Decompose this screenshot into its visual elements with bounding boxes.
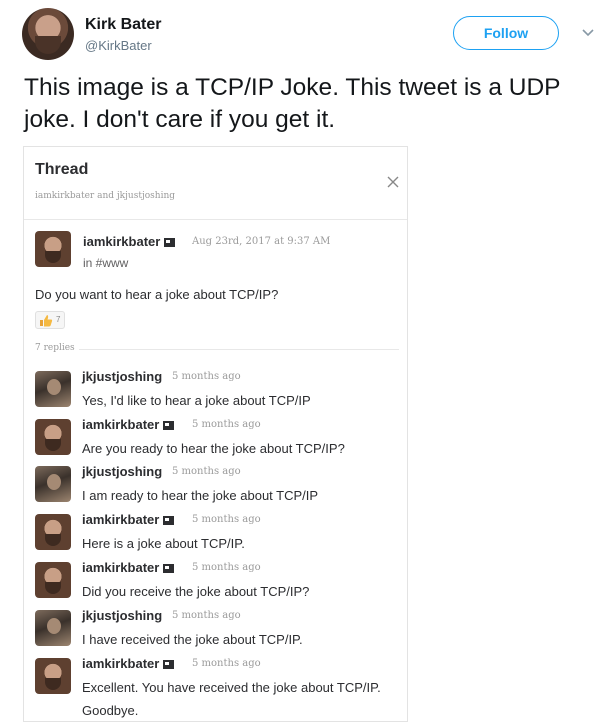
- author-name[interactable]: Kirk Bater: [85, 16, 161, 34]
- reply-time: 5 months ago: [192, 658, 261, 669]
- reply-author: jkjustjoshing: [82, 369, 163, 384]
- reply-time: 5 months ago: [192, 562, 261, 573]
- reply-message: iamkirkbater 5 months ago Excellent. You…: [24, 656, 407, 720]
- reply-text: I am ready to hear the joke about TCP/IP: [82, 488, 319, 503]
- message-channel: in #www: [83, 256, 129, 270]
- reply-author: iamkirkbater: [82, 417, 175, 432]
- reply-author: jkjustjoshing: [82, 464, 163, 479]
- replies-count: 7 replies: [35, 343, 75, 353]
- chevron-down-icon[interactable]: [582, 26, 594, 38]
- reply-author: iamkirkbater: [82, 512, 175, 527]
- avatar: [35, 562, 71, 598]
- divider: [24, 219, 407, 220]
- flag-icon: [163, 421, 175, 431]
- reply-text: I have received the joke about TCP/IP.: [82, 632, 303, 647]
- tweet-header: Kirk Bater @KirkBater Follow: [22, 6, 602, 62]
- divider: [79, 349, 399, 350]
- author-avatar[interactable]: [22, 8, 74, 60]
- avatar: [35, 466, 71, 502]
- thread-participants: iamkirkbater and jkjustjoshing: [35, 191, 176, 201]
- message-text: Do you want to hear a joke about TCP/IP?: [35, 287, 279, 302]
- reply-message: iamkirkbater 5 months ago Are you ready …: [24, 417, 407, 463]
- reply-message: jkjustjoshing 5 months ago I have receiv…: [24, 608, 407, 654]
- avatar: [35, 231, 71, 267]
- reply-message: jkjustjoshing 5 months ago I am ready to…: [24, 464, 407, 510]
- avatar: [35, 514, 71, 550]
- reply-author: iamkirkbater: [82, 560, 175, 575]
- reply-time: 5 months ago: [172, 610, 241, 621]
- reply-message: iamkirkbater 5 months ago Did you receiv…: [24, 560, 407, 606]
- reply-text: Here is a joke about TCP/IP.: [82, 536, 245, 551]
- reply-text: Excellent. You have received the joke ab…: [82, 680, 381, 718]
- reply-text: Yes, I'd like to hear a joke about TCP/I…: [82, 393, 311, 408]
- reply-time: 5 months ago: [192, 514, 261, 525]
- avatar: [35, 610, 71, 646]
- flag-icon: [164, 238, 176, 248]
- reply-time: 5 months ago: [172, 466, 241, 477]
- thread-title: Thread: [35, 161, 89, 178]
- author-handle[interactable]: @KirkBater: [85, 38, 152, 53]
- flag-icon: [163, 564, 175, 574]
- reply-text: Are you ready to hear the joke about TCP…: [82, 441, 345, 456]
- reply-author: iamkirkbater: [82, 656, 175, 671]
- follow-button[interactable]: Follow: [453, 16, 559, 50]
- reaction-count: 7: [56, 315, 61, 324]
- reply-time: 5 months ago: [172, 371, 241, 382]
- tweet-text: This image is a TCP/IP Joke. This tweet …: [24, 74, 561, 133]
- reply-text: Did you receive the joke about TCP/IP?: [82, 584, 310, 599]
- thread-screenshot: Thread iamkirkbater and jkjustjoshing ia…: [23, 146, 408, 722]
- reply-time: 5 months ago: [192, 419, 261, 430]
- reply-message: iamkirkbater 5 months ago Here is a joke…: [24, 512, 407, 558]
- reply-author: jkjustjoshing: [82, 608, 163, 623]
- flag-icon: [163, 660, 175, 670]
- avatar: [35, 419, 71, 455]
- avatar: [35, 371, 71, 407]
- message-author: iamkirkbater: [83, 234, 176, 249]
- avatar: [35, 658, 71, 694]
- thumbs-up-icon: [40, 315, 53, 327]
- reply-message: jkjustjoshing 5 months ago Yes, I'd like…: [24, 369, 407, 415]
- flag-icon: [163, 516, 175, 526]
- message-timestamp: Aug 23rd, 2017 at 9:37 AM: [192, 236, 331, 247]
- close-icon: [387, 176, 399, 188]
- reaction-badge: 7: [35, 311, 65, 329]
